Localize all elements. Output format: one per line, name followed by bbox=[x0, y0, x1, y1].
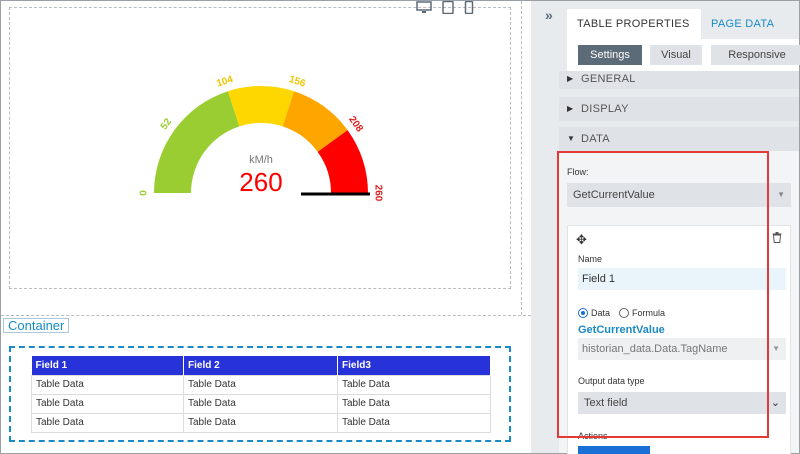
container-label[interactable]: Container bbox=[3, 318, 70, 333]
gauge-tick-label: 156 bbox=[287, 74, 307, 90]
chevron-down-icon: ⌄ bbox=[770, 397, 780, 409]
subtab-visual[interactable]: Visual bbox=[650, 45, 702, 65]
table-header-cell[interactable]: Field3 bbox=[337, 356, 491, 375]
table-header-cell[interactable]: Field 1 bbox=[31, 356, 184, 375]
caret-down-icon: ▼ bbox=[567, 134, 576, 143]
table-row: Table Data Table Data Table Data bbox=[31, 412, 491, 433]
section-general[interactable]: ▶ GENERAL bbox=[559, 71, 799, 89]
section-display[interactable]: ▶ DISPLAY bbox=[559, 97, 799, 121]
tab-table-properties[interactable]: TABLE PROPERTIES bbox=[567, 9, 701, 39]
table-cell: Table Data bbox=[31, 374, 184, 395]
section-label: DATA bbox=[581, 133, 610, 145]
chevron-down-icon: ▼ bbox=[772, 344, 780, 353]
highlight-box bbox=[557, 151, 769, 438]
gauge-tick-label: 208 bbox=[346, 114, 365, 134]
subtab-bar: Settings Visual Responsive bbox=[567, 39, 800, 71]
section-data[interactable]: ▼ DATA bbox=[559, 127, 799, 151]
desktop-icon[interactable] bbox=[416, 1, 432, 19]
subtab-settings[interactable]: Settings bbox=[578, 45, 642, 65]
table-header-cell[interactable]: Field 2 bbox=[183, 356, 338, 375]
chevron-down-icon: ▼ bbox=[777, 190, 785, 199]
gauge-chart: 052104 156208260kM/h260 bbox=[139, 74, 384, 202]
table-cell: Table Data bbox=[31, 412, 184, 433]
section-label: DISPLAY bbox=[581, 103, 629, 115]
tablet-icon[interactable] bbox=[442, 0, 454, 19]
section-label: GENERAL bbox=[581, 73, 636, 85]
add-action-button[interactable] bbox=[578, 446, 650, 454]
trash-icon[interactable] bbox=[772, 232, 782, 246]
caret-right-icon: ▶ bbox=[567, 104, 574, 113]
gauge-value: 260 bbox=[239, 167, 282, 197]
canvas-divider-horizontal bbox=[1, 315, 531, 316]
gauge-widget[interactable]: 0 52 104 156 208 260 kM/h 260 bbox=[9, 7, 511, 289]
table-row: Table Data Table Data Table Data bbox=[31, 393, 491, 414]
table-row: Table Data Table Data Table Data bbox=[31, 374, 491, 395]
gauge-tick-label: 260 bbox=[372, 185, 383, 202]
caret-right-icon: ▶ bbox=[567, 74, 574, 83]
canvas: 0 52 104 156 208 260 kM/h 260 Container Field 1… bbox=[1, 0, 531, 453]
phone-icon[interactable] bbox=[464, 0, 474, 19]
subtab-responsive[interactable]: Responsive bbox=[711, 45, 800, 65]
table-cell: Table Data bbox=[31, 393, 184, 414]
container-box[interactable]: Field 1 Field 2 Field3 Table Data Table … bbox=[9, 346, 511, 442]
table-cell: Table Data bbox=[337, 393, 491, 414]
double-chevron-right-icon[interactable]: » bbox=[545, 7, 553, 23]
gauge-tick-label: 52 bbox=[159, 116, 175, 132]
data-table[interactable]: Field 1 Field 2 Field3 Table Data Table … bbox=[31, 356, 491, 433]
table-header-row: Field 1 Field 2 Field3 bbox=[31, 356, 491, 375]
device-preview-toolbar bbox=[416, 0, 474, 19]
table-cell: Table Data bbox=[337, 412, 491, 433]
gauge-band-0 bbox=[154, 91, 240, 193]
panel-tabs: TABLE PROPERTIES PAGE DATA bbox=[567, 9, 799, 39]
gauge-tick-label: 0 bbox=[139, 190, 150, 196]
tab-page-data[interactable]: PAGE DATA bbox=[701, 9, 784, 39]
table-cell: Table Data bbox=[337, 374, 491, 395]
canvas-divider-vertical bbox=[521, 1, 522, 315]
gauge-band-1 bbox=[227, 86, 295, 127]
table-cell: Table Data bbox=[183, 393, 338, 414]
table-cell: Table Data bbox=[183, 374, 338, 395]
table-cell: Table Data bbox=[183, 412, 338, 433]
gauge-unit: kM/h bbox=[249, 154, 273, 166]
gauge-tick-label: 104 bbox=[215, 74, 235, 90]
